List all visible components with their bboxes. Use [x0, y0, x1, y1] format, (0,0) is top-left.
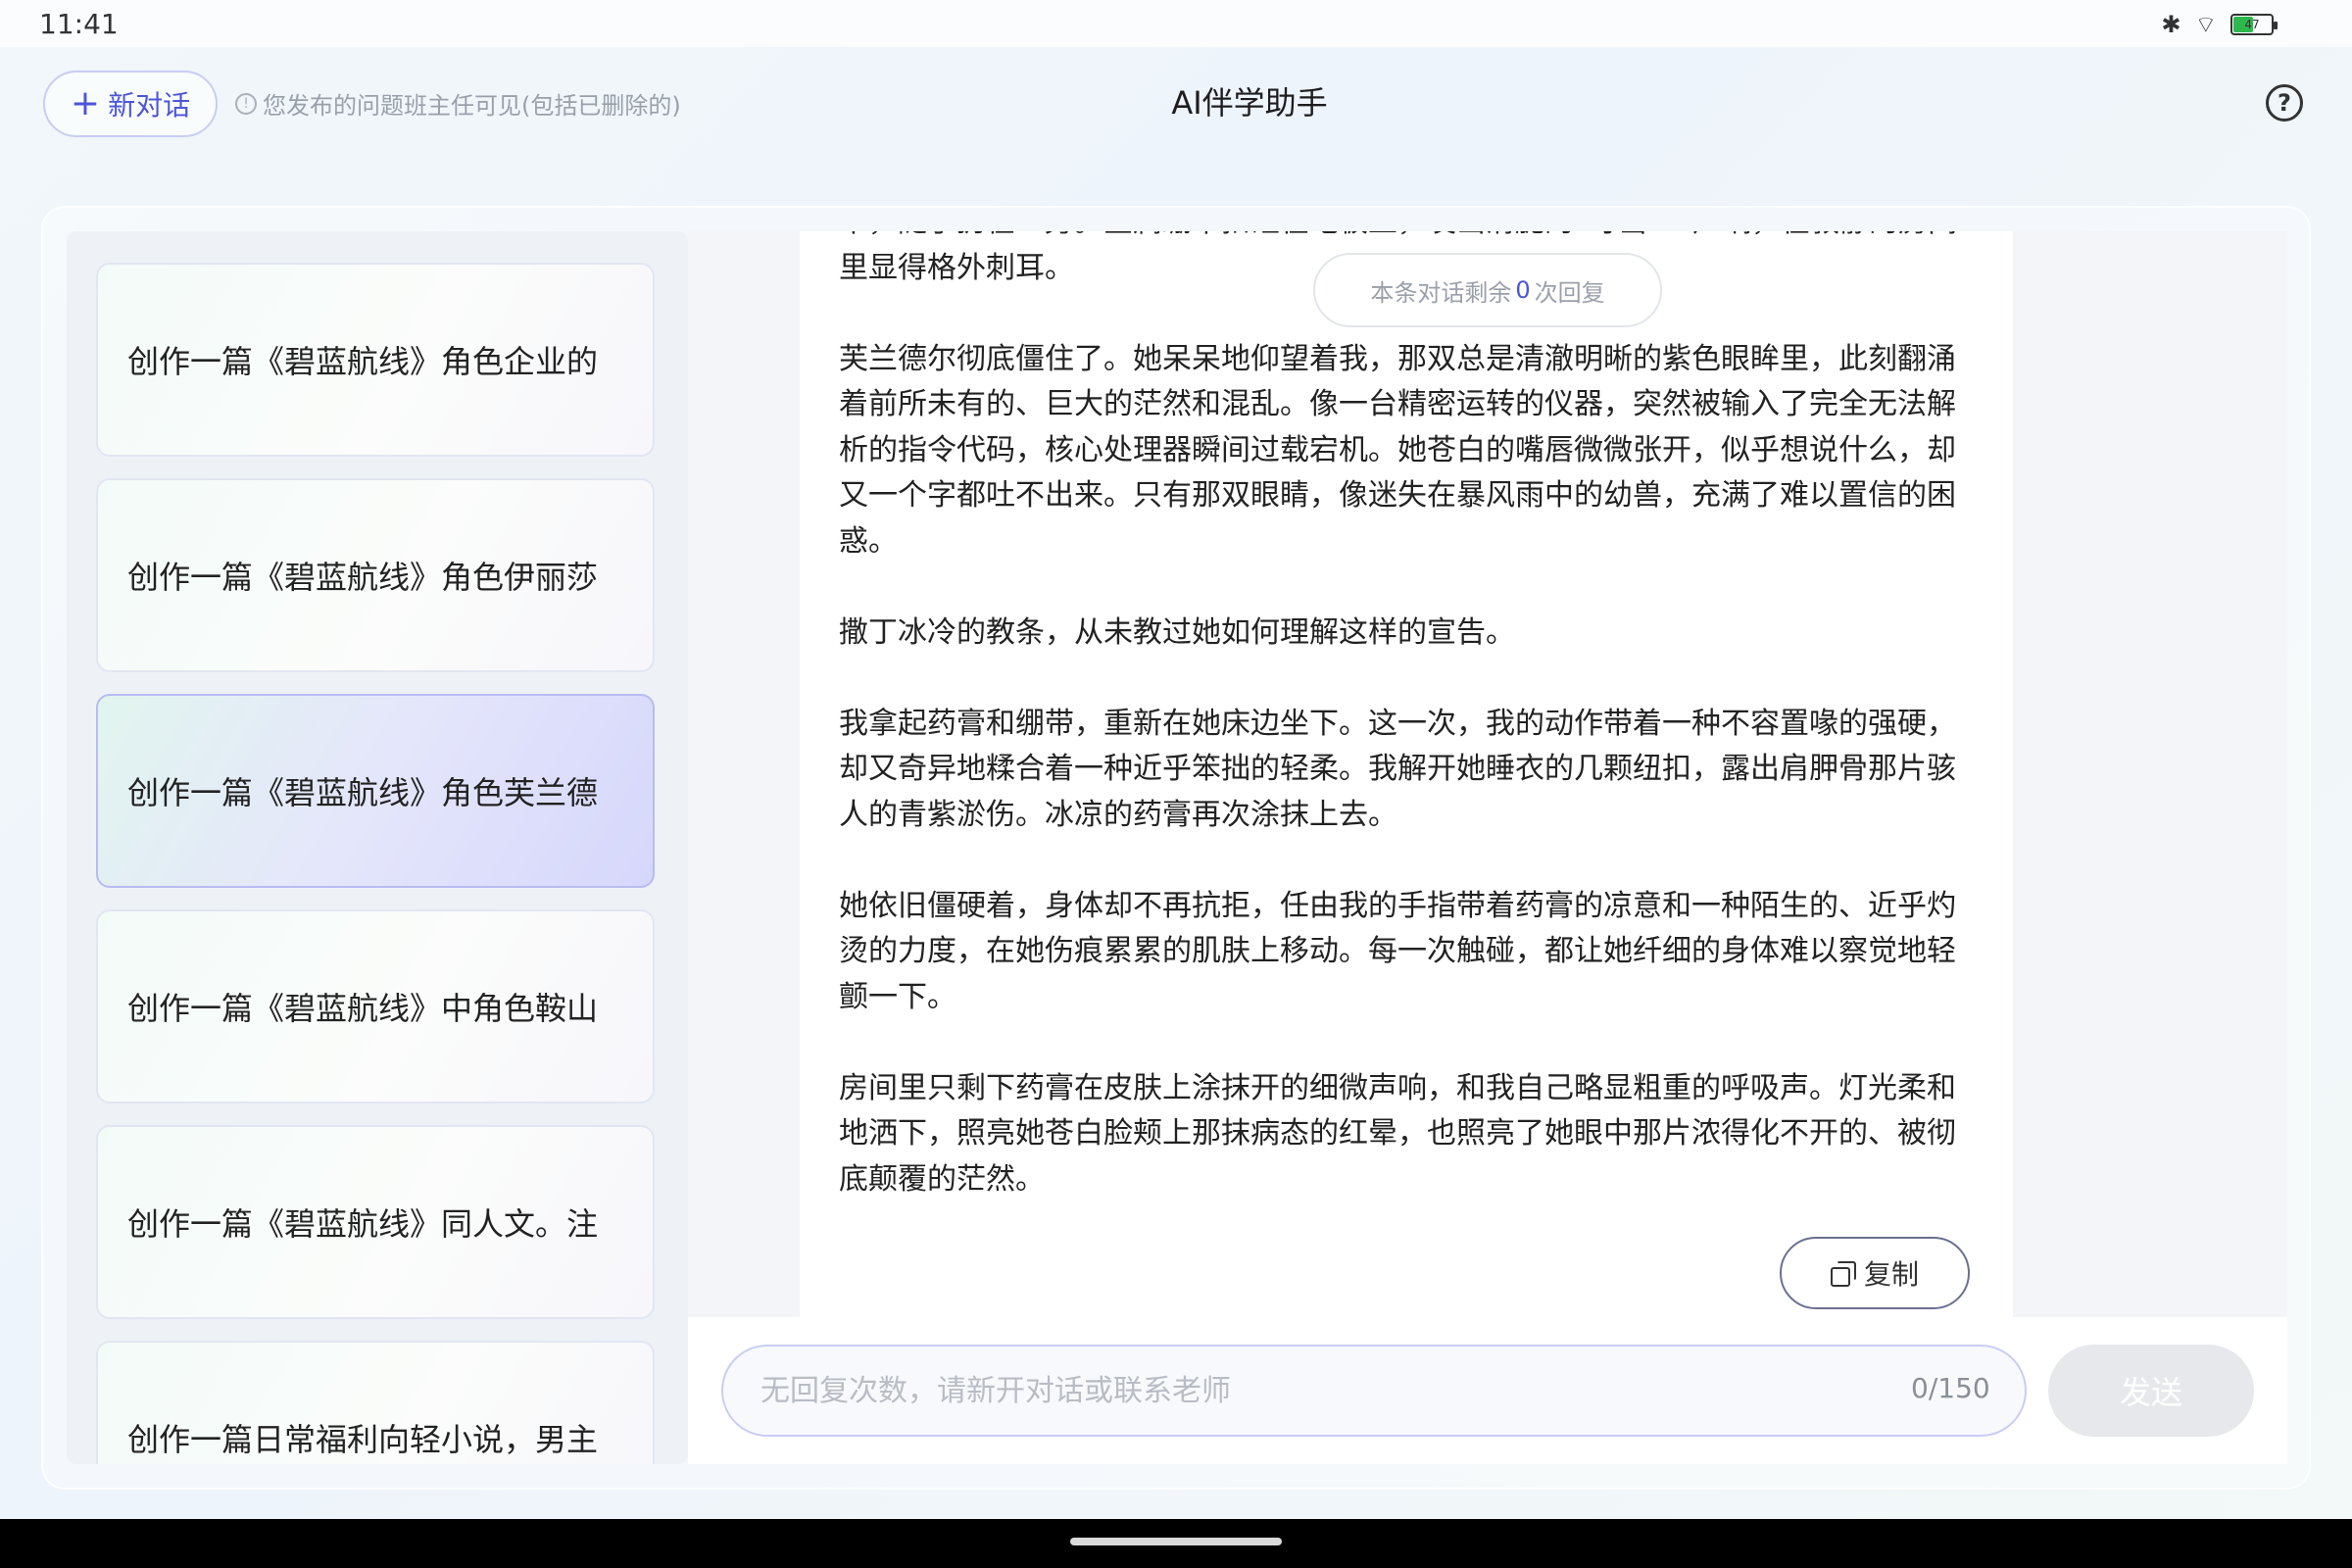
message-paragraph: 芙兰德尔彻底僵住了。她呆呆地仰望着我，那双总是清澈明晰的紫色眼眸里，此刻翻涌着前…	[839, 341, 1956, 559]
status-time: 11:41	[39, 8, 119, 40]
message-input-wrapper	[721, 1345, 2027, 1437]
copy-icon	[1830, 1261, 1856, 1287]
message-paragraph: 我拿起药膏和绷带，重新在她床边坐下。这一次，我的动作带着一种不容置喙的强硬，却又…	[839, 706, 1956, 832]
battery-level: 47	[2244, 18, 2260, 31]
conversation-list[interactable]: 创作一篇《碧蓝航线》角色企业的 创作一篇《碧蓝航线》角色伊丽莎 创作一篇《碧蓝航…	[67, 231, 688, 1464]
assistant-message: 带，随手扔在一旁。金属绷带扣砸在地板上，发出清脆的“叮当”一声响，在寂静的房间里…	[800, 231, 2013, 1317]
remaining-count: 0	[1515, 276, 1531, 304]
message-paragraph: 她依旧僵硬着，身体却不再抗拒，任由我的手指带着药膏的凉意和一种陌生的、近乎灼烫的…	[839, 888, 1956, 1014]
remaining-suffix: 次回复	[1534, 278, 1605, 307]
chat-area[interactable]: 带，随手扔在一旁。金属绷带扣砸在地板上，发出清脆的“叮当”一声响，在寂静的房间里…	[688, 231, 2287, 1317]
conversation-item[interactable]: 创作一篇《碧蓝航线》中角色鞍山	[96, 909, 655, 1103]
message-paragraph: 房间里只剩下药膏在皮肤上涂抹开的细微声响，和我自己略显粗重的呼吸声。灯光柔和地洒…	[839, 1070, 1956, 1197]
char-counter: 0/150	[1911, 1372, 1990, 1404]
message-paragraph: 撒丁冰冷的教条，从未教过她如何理解这样的宣告。	[839, 614, 1515, 650]
home-indicator[interactable]	[1070, 1538, 1282, 1545]
copy-button[interactable]: 复制	[1780, 1237, 1970, 1309]
message-input[interactable]	[760, 1373, 1838, 1408]
help-icon[interactable]: ?	[2266, 84, 2303, 122]
battery-icon: 47	[2230, 14, 2278, 35]
status-bar: 11:41 ✱ ⌔ 47	[0, 0, 2352, 47]
conversation-item[interactable]: 创作一篇《碧蓝航线》角色伊丽莎	[96, 478, 655, 672]
bluetooth-icon: ✱	[2161, 11, 2181, 38]
conversation-item[interactable]: 创作一篇《碧蓝航线》同人文。注	[96, 1125, 655, 1319]
send-button[interactable]: 发送	[2048, 1345, 2254, 1437]
message-text: 带，随手扔在一旁。金属绷带扣砸在地板上，发出清脆的“叮当”一声响，在寂静的房间里…	[839, 231, 1976, 1249]
remaining-prefix: 本条对话剩余	[1370, 278, 1512, 307]
page-title: AI伴学助手	[1171, 84, 1328, 122]
conversation-item-active[interactable]: 创作一篇《碧蓝航线》角色芙兰德	[96, 694, 655, 888]
conversation-item[interactable]: 创作一篇日常福利向轻小说，男主	[96, 1341, 655, 1464]
wifi-icon: ⌔	[2194, 11, 2217, 38]
conversation-item[interactable]: 创作一篇《碧蓝航线》角色企业的	[96, 263, 655, 457]
status-icons: ✱ ⌔ 47	[2161, 10, 2278, 39]
copy-label: 复制	[1863, 1258, 1919, 1291]
remaining-replies-badge: 本条对话剩余 0 次回复	[1313, 253, 1662, 327]
